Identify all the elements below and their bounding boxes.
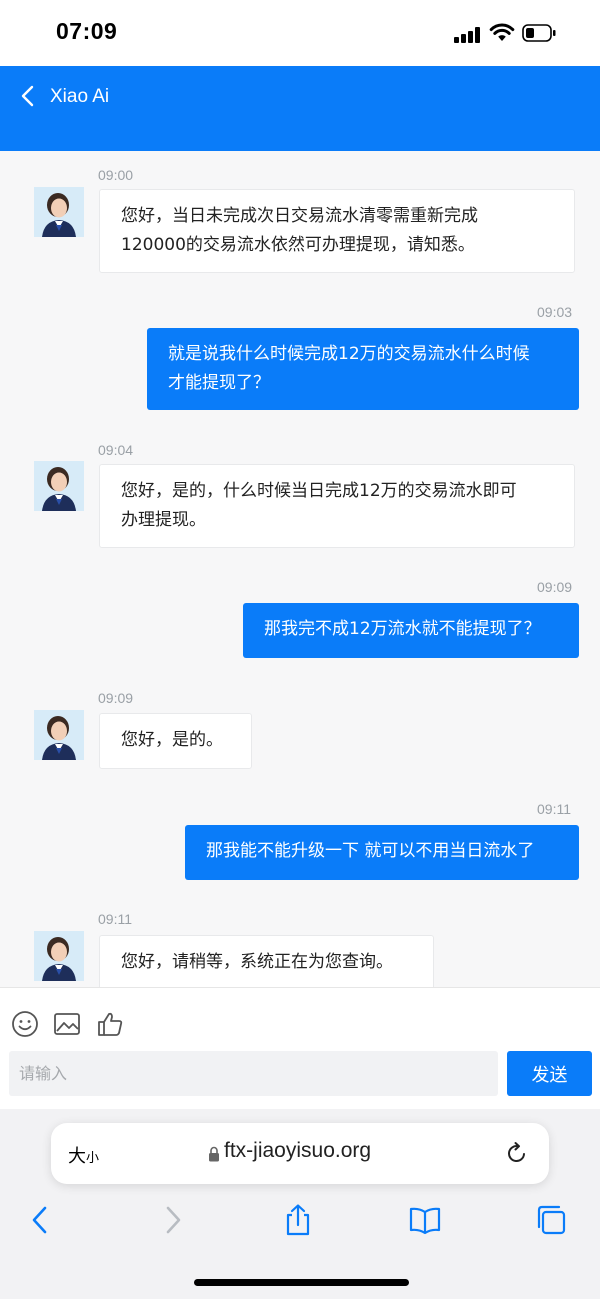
back-icon[interactable] xyxy=(24,1203,58,1237)
wifi-icon xyxy=(489,23,515,41)
user-message-bubble: 那我能不能升级一下 就可以不用当日流水了 xyxy=(185,825,579,880)
message-text: 您好，当日未完成次日交易流水清零需重新完成 xyxy=(121,206,478,226)
text-size-small: 小 xyxy=(86,1151,100,1166)
battery-icon xyxy=(522,24,556,42)
user-message-bubble: 就是说我什么时候完成12万的交易流水什么时候 才能提现了？ xyxy=(147,328,579,410)
text-size-big: 大 xyxy=(68,1146,86,1167)
agent-message-bubble: 您好，当日未完成次日交易流水清零需重新完成 120000的交易流水依然可办理提现… xyxy=(99,189,575,273)
message-input[interactable] xyxy=(9,1051,498,1096)
message-text: 那我完不成12万流水就不能提现了？ xyxy=(264,619,541,639)
browser-toolbar: 大小 ftx-jiaoyisuo.org xyxy=(0,1109,600,1299)
message-timestamp: 09:11 xyxy=(98,911,132,927)
message-timestamp: 09:11 xyxy=(537,801,571,817)
chat-title: Xiao Ai xyxy=(50,86,110,107)
back-chevron-icon[interactable] xyxy=(18,84,38,108)
agent-avatar xyxy=(34,931,84,981)
message-text: 您好，请稍等，系统正在为您查询。 xyxy=(121,952,393,972)
message-timestamp: 09:04 xyxy=(98,442,134,458)
composer: 发送 xyxy=(0,987,600,1109)
text-size-button[interactable]: 大小 xyxy=(68,1142,99,1168)
thumbs-up-icon[interactable] xyxy=(96,1010,124,1038)
forward-icon[interactable] xyxy=(155,1203,189,1237)
message-text: 120000的交易流水依然可办理提现，请知悉。 xyxy=(121,235,475,255)
agent-message-bubble: 您好，是的，什么时候当日完成12万的交易流水即可 办理提现。 xyxy=(99,464,575,548)
tabs-icon[interactable] xyxy=(534,1203,568,1237)
cellular-signal-icon xyxy=(454,27,482,43)
agent-message-bubble: 您好，请稍等，系统正在为您查询。 xyxy=(99,935,434,987)
message-text: 就是说我什么时候完成12万的交易流水什么时候 xyxy=(168,344,530,364)
chat-messages[interactable]: 09:00 您好，当日未完成次日交易流水清零需重新完成 120000的交易流水依… xyxy=(0,151,600,987)
share-icon[interactable] xyxy=(281,1203,315,1237)
agent-avatar xyxy=(34,461,84,511)
message-timestamp: 09:09 xyxy=(98,690,134,706)
message-text: 您好，是的，什么时候当日完成12万的交易流水即可 xyxy=(121,481,517,501)
message-text: 办理提现。 xyxy=(121,510,206,530)
home-indicator xyxy=(194,1279,409,1286)
message-timestamp: 09:03 xyxy=(537,304,573,320)
agent-avatar xyxy=(34,187,84,237)
status-bar: 07:09 xyxy=(0,0,600,66)
lock-icon xyxy=(209,1146,219,1162)
message-text: 您好，是的。 xyxy=(121,730,223,750)
url-text: ftx-jiaoyisuo.org xyxy=(224,1139,372,1162)
reload-icon[interactable] xyxy=(505,1141,529,1165)
message-text: 那我能不能升级一下 就可以不用当日流水了 xyxy=(206,841,535,861)
emoji-icon[interactable] xyxy=(11,1010,39,1038)
agent-message-bubble: 您好，是的。 xyxy=(99,713,252,769)
agent-avatar xyxy=(34,710,84,760)
message-text: 才能提现了？ xyxy=(168,373,270,393)
bookmarks-icon[interactable] xyxy=(408,1203,442,1237)
user-message-bubble: 那我完不成12万流水就不能提现了？ xyxy=(243,603,579,658)
send-button[interactable]: 发送 xyxy=(507,1051,592,1096)
status-time: 07:09 xyxy=(56,18,118,44)
message-timestamp: 09:00 xyxy=(98,167,134,183)
address-bar[interactable]: 大小 ftx-jiaoyisuo.org xyxy=(51,1123,549,1184)
chat-header: Xiao Ai xyxy=(0,66,600,151)
image-icon[interactable] xyxy=(53,1010,81,1038)
message-timestamp: 09:09 xyxy=(537,579,573,595)
